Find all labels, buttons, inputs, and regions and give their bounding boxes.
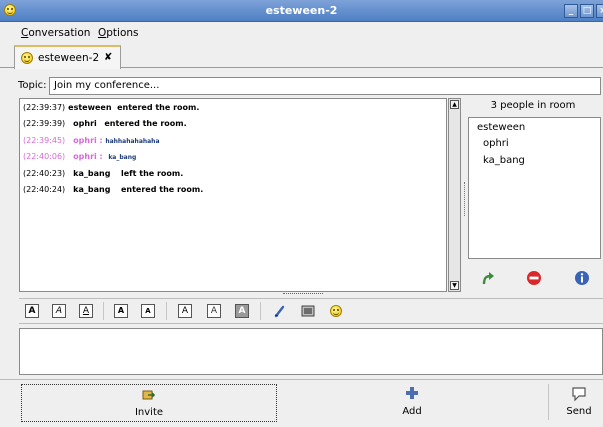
member-list[interactable]: esteween ophri ka_bang [468,117,601,259]
message-timestamp: (22:40:06) [23,152,66,161]
send-label: Send [566,406,592,417]
message-text: entered the room. [117,103,200,112]
increase-font-icon[interactable]: A [114,304,128,318]
tab-close-icon[interactable]: ✘ [104,52,112,63]
chat-message: (22:39:39) ophri entered the room. [23,119,187,128]
smiley-icon[interactable] [330,305,342,317]
minimize-icon[interactable]: _ [564,4,578,18]
invite-icon [142,390,156,400]
member-item[interactable]: ophri [483,138,509,149]
send-icon [572,387,586,402]
message-nick: ophri [73,152,97,161]
close-icon[interactable]: × [596,4,603,18]
message-timestamp: (22:40:23) [23,169,66,178]
chat-message: (22:40:06) ophri : ka_bang [23,152,137,161]
window-title: esteween-2 [265,4,338,17]
add-label: Add [402,406,422,417]
image-icon[interactable] [301,304,315,318]
member-item[interactable]: ka_bang [483,155,525,166]
topic-field[interactable]: Join my conference... [49,77,601,95]
member-item[interactable]: esteween [477,122,525,133]
send-button[interactable]: Send [556,384,602,422]
pane-resize-grip-horizontal[interactable] [283,293,323,296]
menu-options[interactable]: Options [98,27,139,39]
add-icon [406,387,418,399]
topic-label: Topic: [18,80,47,91]
pane-resize-grip-vertical[interactable] [464,182,466,216]
chat-message: (22:40:23) ka_bang left the room. [23,169,183,178]
maximize-icon[interactable]: □ [580,4,594,18]
format-toolbar: A A A A A A A A [19,298,603,324]
message-text: hahhahahahaha [105,138,160,145]
message-nick: ka_bang [73,169,111,178]
invite-label: Invite [134,407,164,418]
ignore-icon[interactable] [526,270,542,286]
private-message-icon[interactable] [480,270,496,286]
message-text: left the room. [120,169,184,178]
menu-bar: Conversation Options [0,23,603,43]
tab-esteween-2[interactable]: esteween-2 ✘ [14,45,121,69]
foreground-color-icon[interactable]: A [207,304,221,318]
add-button[interactable]: Add [380,384,444,422]
tab-smiley-icon [21,52,33,64]
link-icon[interactable] [272,304,286,318]
toolbar-separator [260,302,261,320]
chat-log[interactable]: (22:39:37) esteween entered the room. (22… [19,98,447,292]
message-input[interactable] [19,328,603,375]
toolbar-separator [548,384,549,420]
info-icon[interactable] [574,270,590,286]
font-face-icon[interactable]: A [178,304,192,318]
message-timestamp: (22:39:45) [23,136,66,145]
background-color-icon[interactable]: A [235,304,249,318]
toolbar-separator [103,302,104,320]
bold-icon[interactable]: A [25,304,39,318]
tab-label: esteween-2 [38,52,100,64]
chat-message: (22:39:45) ophri : hahhahahahaha [23,136,160,145]
scroll-down-icon[interactable]: ▼ [450,281,459,290]
title-bar[interactable]: esteween-2 _ □ × [0,0,603,22]
menu-conversation[interactable]: Conversation [21,27,90,39]
decrease-font-icon[interactable]: A [141,304,155,318]
message-nick: ka_bang [73,185,111,194]
underline-icon[interactable]: A [79,304,93,318]
message-text: entered the room. [120,185,204,194]
message-timestamp: (22:39:37) [23,103,66,112]
chat-message: (22:39:37) esteween entered the room. [23,103,199,112]
message-timestamp: (22:40:24) [23,185,66,194]
toolbar-separator [166,302,167,320]
chat-message: (22:40:24) ka_bang entered the room. [23,185,203,194]
italic-icon[interactable]: A [52,304,66,318]
scroll-up-icon[interactable]: ▲ [450,100,459,109]
message-text: ka_bang [108,154,137,161]
chat-scrollbar[interactable]: ▲ ▼ [448,98,461,292]
invite-button[interactable]: Invite [21,384,277,422]
message-timestamp: (22:39:39) [23,119,66,128]
people-count: 3 people in room [490,100,576,111]
message-nick: esteween [68,103,112,112]
message-nick: ophri [73,136,97,145]
message-nick: ophri [73,119,97,128]
message-text: entered the room. [104,119,187,128]
